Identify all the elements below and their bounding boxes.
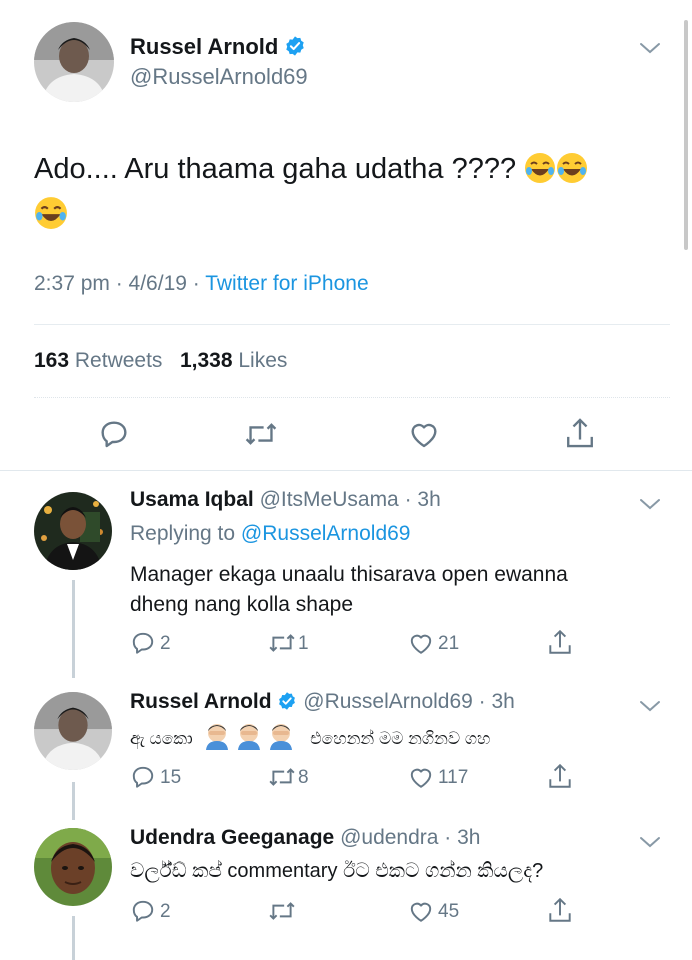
laughing-emoji [556, 152, 588, 198]
share-icon[interactable] [547, 762, 573, 795]
reply-author-handle[interactable]: @ItsMeUsama · 3h [260, 488, 441, 511]
reply-author-handle[interactable]: @RusselArnold69 · 3h [303, 690, 515, 713]
share-icon[interactable] [564, 416, 596, 455]
tweet-text: Ado.... Aru thaama gaha udatha ???? [34, 146, 654, 198]
like-icon[interactable] [408, 764, 434, 795]
thread-line [72, 580, 75, 678]
thread-line [72, 916, 75, 960]
reply-icon[interactable] [98, 418, 130, 455]
reply-icon[interactable] [130, 630, 156, 661]
laughing-emoji [34, 196, 68, 235]
likes-stat[interactable]: 1,338 Likes [180, 349, 287, 372]
like-icon[interactable] [408, 898, 434, 929]
chevron-down-icon[interactable] [638, 834, 662, 855]
reply-author-name[interactable]: Usama Iqbal [130, 488, 254, 511]
author-name-text: Russel Arnold [130, 34, 279, 59]
retweet-count: 8 [298, 767, 309, 788]
divider [0, 470, 692, 471]
like-count: 45 [438, 901, 460, 922]
tweet-source-link[interactable]: Twitter for iPhone [205, 272, 368, 295]
like-icon[interactable] [408, 630, 434, 661]
replying-to-label: Replying to [130, 522, 241, 545]
reply-header: Udendra Geeganage @udendra · 3h [130, 826, 481, 850]
chevron-down-icon[interactable] [638, 40, 662, 61]
reply-text: Manager ekaga unaalu thisarava open ewan… [130, 560, 660, 620]
reply-author-name[interactable]: Russel Arnold [130, 690, 272, 713]
reply-text: ඇ යකො එහෙනන් මම නගිනව ගහ [130, 722, 650, 760]
laughing-emoji [524, 152, 556, 198]
tweet-timestamp: 2:37 pm · 4/6/19 · Twitter for iPhone [34, 272, 369, 296]
author-name[interactable]: Russel Arnold [130, 34, 306, 63]
likes-count: 1,338 [179, 349, 233, 372]
verified-badge-icon [277, 691, 297, 717]
tweet-stats: 163 Retweets 1,338 Likes [34, 349, 287, 373]
like-count: 117 [438, 767, 469, 788]
scrollbar[interactable] [684, 20, 688, 250]
reply-text-segment: එහෙනන් මම නගිනව ගහ [310, 729, 491, 748]
retweet-icon[interactable] [268, 764, 296, 795]
verified-badge-icon [284, 35, 306, 63]
reply-header: Russel Arnold @RusselArnold69 · 3h [130, 690, 515, 717]
reply-count: 2 [160, 901, 171, 922]
retweets-label: Retweets [74, 349, 163, 372]
avatar[interactable] [34, 492, 112, 570]
avatar[interactable] [34, 22, 114, 102]
avatar[interactable] [34, 692, 112, 770]
reply-header: Usama Iqbal @ItsMeUsama · 3h [130, 488, 441, 512]
thread-line [72, 782, 75, 820]
like-icon[interactable] [408, 418, 440, 455]
retweet-count: 1 [298, 633, 309, 654]
likes-label: Likes [238, 349, 288, 372]
retweets-count: 163 [34, 349, 70, 372]
chevron-down-icon[interactable] [638, 698, 662, 719]
reply-text: වර්ල්ඩ් කප් commentary ඊට එකට ගන්න කියලද… [130, 860, 544, 882]
reply-count: 15 [160, 767, 182, 788]
divider [34, 397, 670, 398]
tweet-time: 2:37 pm · 4/6/19 · [34, 272, 206, 295]
share-icon[interactable] [547, 628, 573, 661]
author-handle[interactable]: @RusselArnold69 [130, 64, 308, 90]
divider [34, 324, 670, 325]
reply-text-segment: ඇ යකො [130, 729, 193, 748]
tweet-text-content: Ado.... Aru thaama gaha udatha ???? [34, 153, 517, 185]
replying-to-link[interactable]: @RusselArnold69 [241, 522, 411, 545]
reply-author-handle[interactable]: @udendra · 3h [340, 826, 480, 849]
reply-text-line: Manager ekaga unaalu thisarava open ewan… [130, 563, 568, 586]
retweet-icon[interactable] [268, 630, 296, 661]
reply-author-name[interactable]: Udendra Geeganage [130, 826, 334, 849]
reply-icon[interactable] [130, 898, 156, 929]
chevron-down-icon[interactable] [638, 496, 662, 517]
replying-to: Replying to @RusselArnold69 [130, 522, 410, 546]
tweet-text-emoji-line [34, 196, 68, 235]
share-icon[interactable] [547, 896, 573, 929]
retweet-icon[interactable] [268, 898, 296, 929]
reply-icon[interactable] [130, 764, 156, 795]
retweets-stat[interactable]: 163 Retweets [34, 349, 162, 372]
facepalm-emoji [203, 722, 299, 760]
reply-count: 2 [160, 633, 171, 654]
retweet-icon[interactable] [244, 418, 278, 455]
avatar[interactable] [34, 828, 112, 906]
reply-text-line: dheng nang kolla shape [130, 593, 354, 616]
like-count: 21 [438, 633, 460, 654]
